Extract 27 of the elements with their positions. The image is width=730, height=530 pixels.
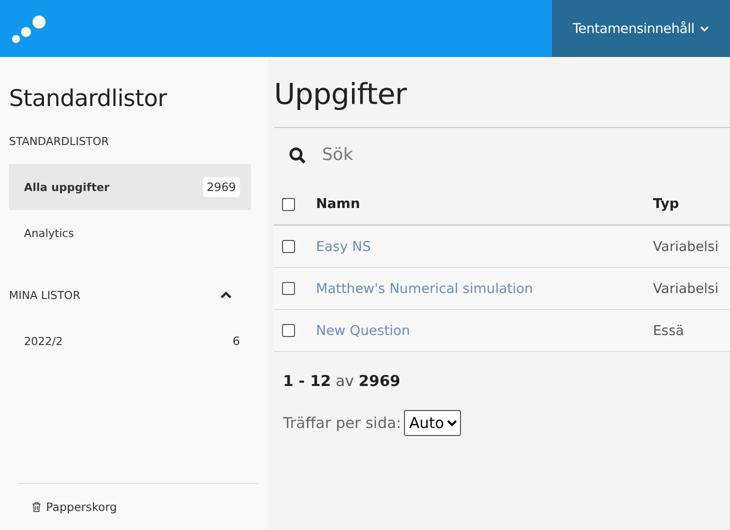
- row-checkbox[interactable]: [282, 324, 295, 337]
- collapse-chevron-icon[interactable]: [220, 291, 232, 299]
- search-icon: [289, 146, 306, 164]
- column-header[interactable]: Namn: [316, 196, 653, 212]
- sidebar-title: Standardlistor: [9, 86, 168, 112]
- content-menu-button[interactable]: Tentamensinnehåll: [552, 0, 730, 57]
- chevron-icon: [700, 26, 710, 32]
- paging-summary: 1 - 12 av 2969: [283, 372, 402, 390]
- trash-link[interactable]: Papperskorg: [46, 500, 117, 514]
- row-checkbox[interactable]: [282, 240, 295, 253]
- dots-logo-icon: [11, 14, 47, 42]
- search-field[interactable]: Sök: [320, 144, 524, 166]
- table-cell: Essä: [653, 322, 684, 338]
- table-cell: Variabelsi: [653, 280, 718, 296]
- section-heading: MINA LISTOR: [9, 288, 80, 302]
- sidebar-list-item[interactable]: Analytics: [9, 210, 251, 256]
- table-cell: Variabelsi: [653, 238, 718, 254]
- row-checkbox[interactable]: [282, 282, 295, 295]
- select-all-checkbox[interactable]: [282, 198, 295, 210]
- page-title: Uppgifter: [274, 77, 408, 111]
- per-page-dropdown[interactable]: Auto: [404, 410, 462, 436]
- sidebar-list-item[interactable]: 2022/2 6: [9, 318, 251, 364]
- column-header[interactable]: Typ: [653, 196, 680, 212]
- per-page-label: Träffar per sida:: [283, 414, 402, 432]
- sidebar-list-item[interactable]: Alla uppgifter 2969: [9, 164, 251, 210]
- section-heading: STANDARDLISTOR: [9, 134, 109, 148]
- trash-icon: [32, 502, 41, 512]
